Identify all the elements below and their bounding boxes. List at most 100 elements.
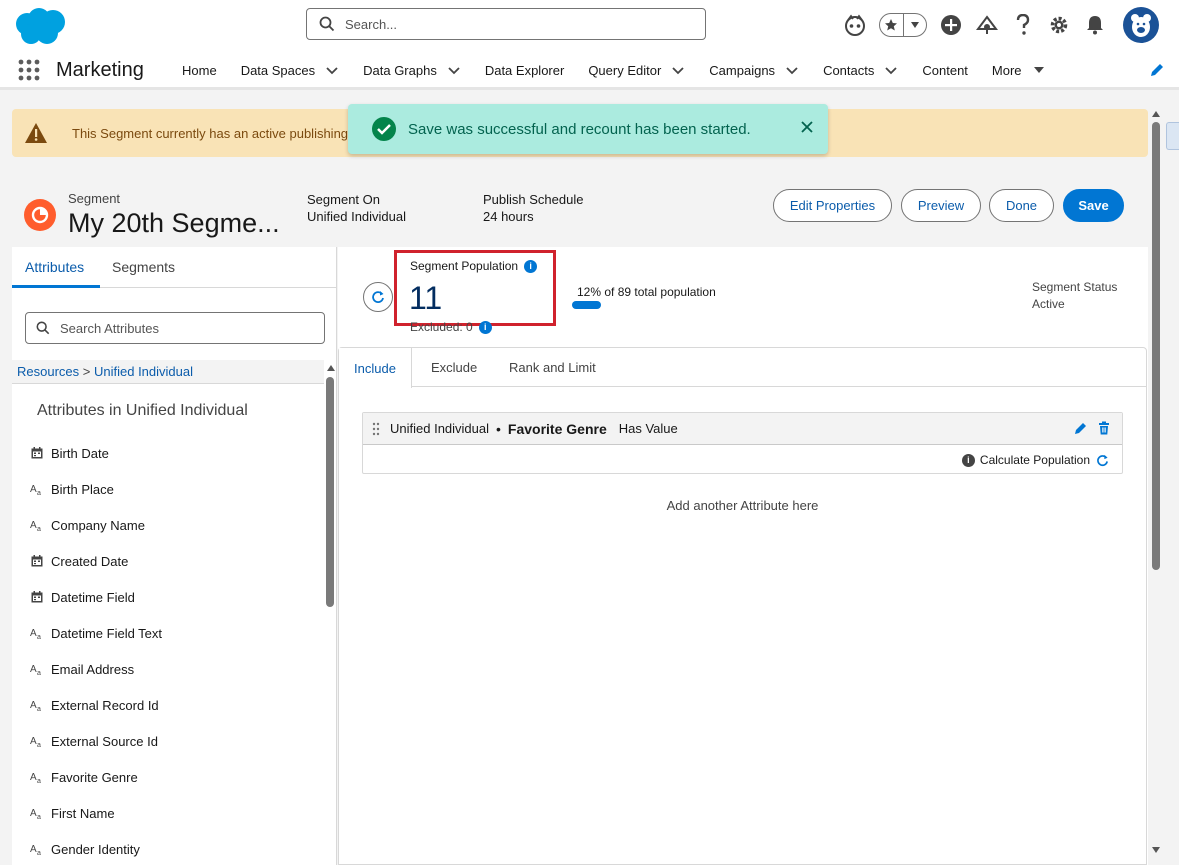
add-attribute-dropzone[interactable]: Add another Attribute here (339, 498, 1146, 513)
segment-header: Segment My 20th Segme... Segment On Unif… (12, 180, 1148, 247)
svg-text:a: a (37, 778, 41, 784)
chevron-down-icon[interactable] (325, 63, 339, 77)
edit-rule-icon[interactable] (1074, 421, 1088, 435)
segment-canvas: Segment Population i 11 Excluded: 0 i 12… (338, 247, 1148, 865)
save-button[interactable]: Save (1063, 189, 1124, 222)
global-search[interactable] (306, 8, 706, 40)
attribute-list-scrollbar[interactable] (325, 362, 335, 865)
attribute-label: External Record Id (51, 697, 159, 713)
calculate-population-link[interactable]: i Calculate Population (961, 453, 1109, 467)
attribute-item[interactable]: Birth Date (30, 435, 320, 471)
attribute-item[interactable]: Aa First Name (30, 795, 320, 831)
rule-separator: • (496, 420, 501, 437)
chevron-down-icon[interactable] (671, 63, 685, 77)
page-scrollbar[interactable] (1150, 108, 1162, 856)
chevron-down-icon[interactable] (884, 63, 898, 77)
nav-item-query-editor[interactable]: Query Editor (576, 50, 697, 90)
done-button[interactable]: Done (989, 189, 1054, 222)
side-panel-toggle[interactable] (1166, 122, 1179, 150)
add-icon[interactable] (933, 8, 969, 42)
publish-schedule-field: Publish Schedule 24 hours (483, 191, 583, 225)
nav-item-data-explorer[interactable]: Data Explorer (473, 50, 576, 90)
attribute-item[interactable]: Aa External Record Id (30, 687, 320, 723)
text-icon: Aa (30, 626, 44, 640)
attribute-item[interactable]: Aa External Source Id (30, 723, 320, 759)
tab-include[interactable]: Include (339, 348, 412, 388)
chevron-down-icon[interactable] (902, 14, 927, 36)
favorites-group[interactable] (879, 13, 927, 37)
success-toast: Save was successful and recount has been… (348, 104, 828, 154)
info-icon[interactable]: i (524, 259, 538, 273)
segment-status: Segment Status Active (1032, 279, 1117, 313)
delete-rule-icon[interactable] (1098, 421, 1110, 435)
nav-item-data-spaces[interactable]: Data Spaces (229, 50, 351, 90)
nav-item-content[interactable]: Content (910, 50, 980, 90)
breadcrumb-unified-individual[interactable]: Unified Individual (94, 364, 193, 379)
attribute-item[interactable]: Aa Gender Identity (30, 831, 320, 865)
rule-row[interactable]: Unified Individual • Favorite Genre Has … (363, 413, 1122, 445)
breadcrumb-resources[interactable]: Resources (17, 364, 79, 379)
edit-properties-button[interactable]: Edit Properties (773, 189, 892, 222)
gear-icon[interactable] (1041, 8, 1077, 42)
app-navigation: Marketing Home Data Spaces Data Graphs Data… (0, 50, 1179, 90)
excluded-count: Excluded: 0 i (410, 320, 492, 334)
chevron-down-icon[interactable] (447, 63, 461, 77)
attribute-item[interactable]: Aa Company Name (30, 507, 320, 543)
app-launcher-icon[interactable] (18, 59, 40, 81)
attribute-item[interactable]: Datetime Field (30, 579, 320, 615)
segment-on-field: Segment On Unified Individual (307, 191, 406, 225)
population-label: Segment Population i (410, 259, 538, 273)
chevron-down-icon[interactable] (1032, 63, 1046, 77)
salesforce-logo-icon[interactable] (11, 6, 69, 46)
svg-text:A: A (30, 664, 37, 675)
global-search-input[interactable] (345, 16, 675, 32)
nav-item-contacts[interactable]: Contacts (811, 50, 910, 90)
nav-item-label: More (991, 62, 1022, 78)
segment-name: My 20th Segme... (68, 208, 280, 238)
trailhead-icon[interactable] (969, 8, 1005, 42)
chevron-down-icon[interactable] (785, 63, 799, 77)
star-icon[interactable] (880, 14, 903, 36)
tab-segments[interactable]: Segments (112, 259, 175, 275)
attribute-item[interactable]: Aa Birth Place (30, 471, 320, 507)
info-icon[interactable]: i (478, 320, 492, 334)
attribute-label: Favorite Genre (51, 769, 138, 785)
rule-tabs: Include Exclude Rank and Limit (339, 348, 1146, 388)
user-avatar[interactable] (1123, 7, 1159, 43)
tab-rank-and-limit[interactable]: Rank and Limit (494, 348, 611, 387)
scrollbar-thumb[interactable] (326, 377, 334, 607)
page-scrollbar-thumb[interactable] (1152, 122, 1160, 570)
text-icon: Aa (30, 518, 44, 532)
preview-button[interactable]: Preview (901, 189, 981, 222)
attribute-label: External Source Id (51, 733, 158, 749)
attribute-item[interactable]: Aa Favorite Genre (30, 759, 320, 795)
agent-icon[interactable] (837, 8, 873, 42)
calculate-population-label: Calculate Population (979, 453, 1090, 467)
population-count: 11 (409, 280, 443, 316)
calendar-icon (30, 590, 44, 604)
edit-nav-icon[interactable] (1149, 62, 1165, 78)
attribute-search[interactable] (25, 312, 325, 344)
attribute-item[interactable]: Aa Datetime Field Text (30, 615, 320, 651)
tab-attributes[interactable]: Attributes (25, 259, 84, 275)
svg-text:A: A (30, 484, 37, 495)
nav-item-home[interactable]: Home (170, 50, 229, 90)
tab-exclude[interactable]: Exclude (416, 348, 492, 387)
nav-item-campaigns[interactable]: Campaigns (697, 50, 811, 90)
refresh-population-button[interactable] (363, 282, 393, 312)
attribute-label: Gender Identity (51, 841, 140, 857)
drag-handle-icon[interactable] (372, 422, 380, 436)
attribute-item[interactable]: Aa Email Address (30, 651, 320, 687)
bell-icon[interactable] (1077, 8, 1113, 42)
attribute-item[interactable]: Created Date (30, 543, 320, 579)
close-icon[interactable] (800, 120, 814, 134)
attribute-search-input[interactable] (60, 320, 310, 336)
help-icon[interactable] (1005, 8, 1041, 42)
nav-item-data-graphs[interactable]: Data Graphs (351, 50, 473, 90)
svg-text:a: a (37, 670, 41, 676)
svg-text:A: A (30, 520, 37, 531)
nav-item-more[interactable]: More (980, 50, 1058, 90)
library-tabs: Attributes Segments (12, 247, 337, 288)
population-percent-bar (572, 301, 601, 309)
nav-item-label: Contacts (823, 62, 875, 78)
